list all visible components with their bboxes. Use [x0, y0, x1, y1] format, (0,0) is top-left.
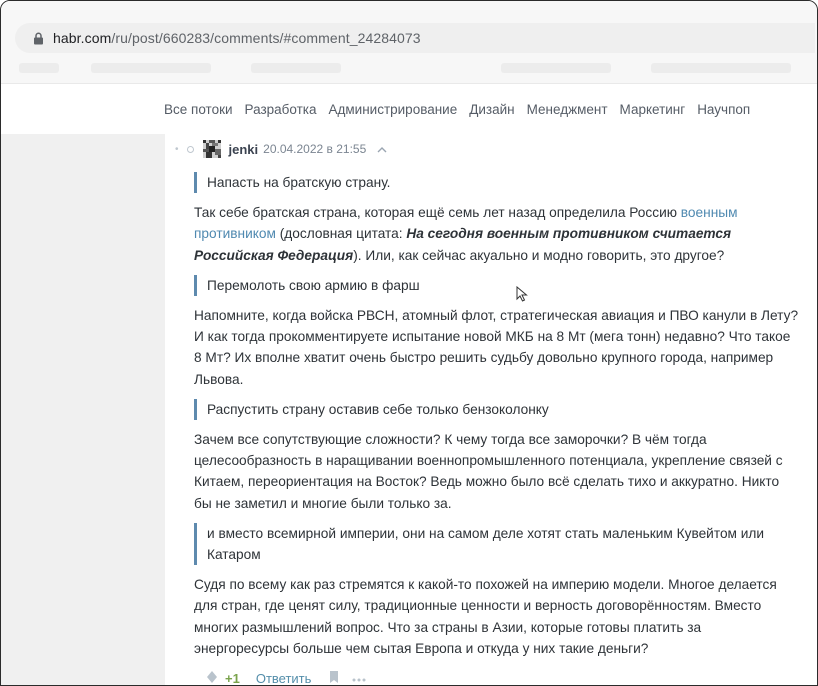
lock-icon[interactable]	[31, 31, 45, 45]
comment-header: • jenki 20.04.2022 в 21:55	[175, 140, 388, 158]
paragraph-text: ). Или, как сейчас акуально и модно гово…	[353, 247, 725, 263]
more-icon[interactable]	[351, 671, 367, 685]
mouse-cursor-icon	[516, 285, 528, 302]
comment-username[interactable]: jenki	[229, 142, 259, 157]
nav-item-design[interactable]: Дизайн	[469, 102, 514, 117]
nav-item-marketing[interactable]: Маркетинг	[620, 102, 686, 117]
comment-paragraph: Зачем все сопутствующие сложности? К чем…	[194, 432, 783, 511]
browser-window: habr.com/ru/post/660283/comments/#commen…	[0, 0, 818, 686]
nav-item-popsci[interactable]: Научпоп	[697, 102, 750, 117]
vote-icon[interactable]	[207, 671, 217, 685]
comment-paragraph: Напомните, когда войска РВСН, атомный фл…	[194, 308, 799, 387]
comment-footer: +1 Ответить	[207, 671, 367, 686]
bookmark-placeholder	[19, 63, 59, 73]
comment-card: • jenki 20.04.2022 в 21:55 Напасть на бр…	[165, 134, 817, 686]
nav-item-all-streams[interactable]: Все потоки	[164, 102, 233, 117]
quote-block: и вместо всемирной империи, они на самом…	[194, 522, 800, 566]
url-text: habr.com/ru/post/660283/comments/#commen…	[53, 30, 421, 46]
comment-date[interactable]: 20.04.2022 в 21:55	[263, 142, 366, 156]
thread-ring-icon	[186, 145, 194, 153]
quote-block: Распустить страну оставив себе только бе…	[194, 398, 800, 421]
comment-paragraph: Так себе братская страна, которая ещё се…	[194, 202, 800, 266]
url-path: /ru/post/660283/comments/#comment_242840…	[111, 30, 421, 46]
bookmark-placeholder	[501, 63, 611, 73]
paragraph-text: (дословная цитата:	[275, 226, 407, 242]
url-host: habr.com	[53, 30, 112, 46]
address-bar[interactable]: habr.com/ru/post/660283/comments/#commen…	[15, 23, 815, 53]
bookmark-icon[interactable]	[329, 671, 339, 685]
bookmarks-bar	[1, 53, 817, 83]
bookmark-placeholder	[251, 63, 341, 73]
reply-button[interactable]: Ответить	[256, 671, 312, 685]
comment-score: +1	[225, 671, 240, 686]
comment-paragraph: Судя по всему как раз стремятся к какой-…	[194, 577, 777, 656]
nav-items: Все потоки Разработка Администрирование …	[164, 102, 750, 117]
comment-body: Напасть на братскую страну. Так себе бра…	[194, 172, 800, 668]
site-nav: Все потоки Разработка Администрирование …	[1, 83, 817, 135]
paragraph-text: Так себе братская страна, которая ещё се…	[194, 205, 681, 221]
nav-item-development[interactable]: Разработка	[245, 102, 317, 117]
nav-item-administration[interactable]: Администрирование	[329, 102, 458, 117]
thread-dot-icon: •	[175, 143, 179, 155]
bookmark-placeholder	[91, 63, 211, 73]
avatar-icon[interactable]	[202, 140, 221, 158]
bookmark-placeholder	[651, 63, 791, 73]
address-bar-area: habr.com/ru/post/660283/comments/#commen…	[1, 1, 817, 53]
quote-block: Перемолоть свою армию в фарш	[194, 274, 800, 297]
content-area: • jenki 20.04.2022 в 21:55 Напасть на бр…	[1, 134, 817, 686]
quote-block: Напасть на братскую страну.	[194, 172, 800, 194]
nav-item-management[interactable]: Менеджмент	[527, 102, 608, 117]
chevron-up-icon[interactable]	[376, 144, 388, 154]
